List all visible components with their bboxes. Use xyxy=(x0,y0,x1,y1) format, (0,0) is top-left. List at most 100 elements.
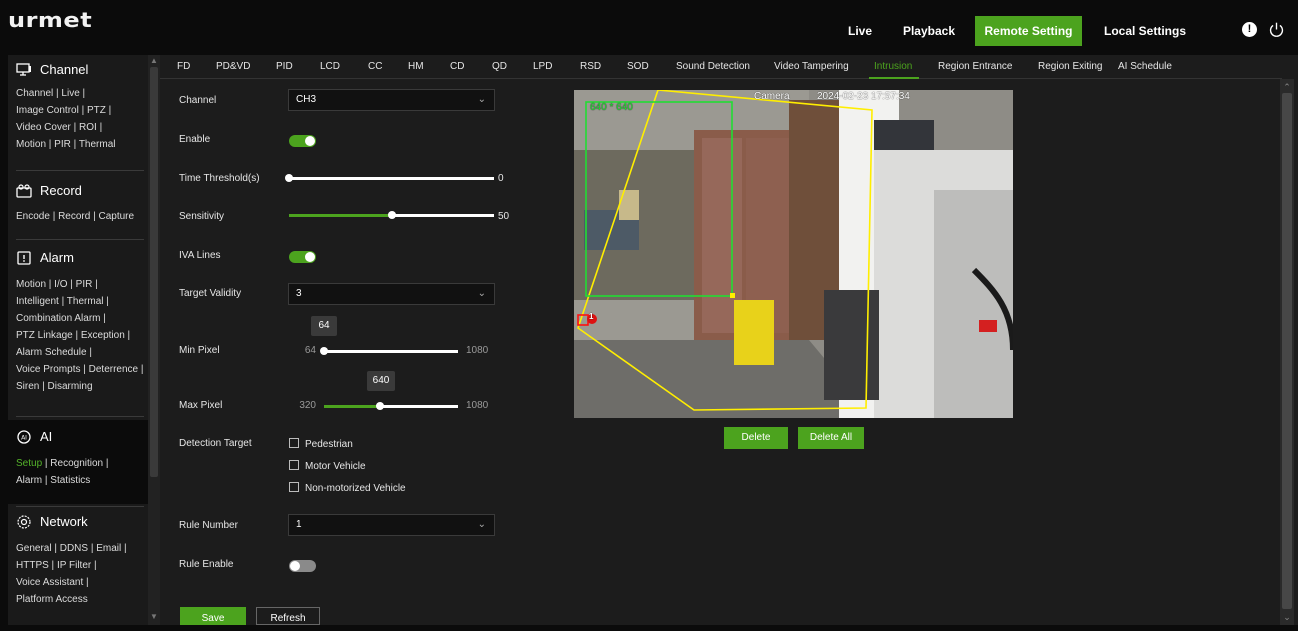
sidebar-link-capture[interactable]: Capture xyxy=(98,211,134,222)
tab-lpd[interactable]: LPD xyxy=(533,61,552,72)
time-threshold-slider[interactable] xyxy=(285,174,494,182)
max-pixel-slider[interactable] xyxy=(324,402,458,410)
tab-rsd[interactable]: RSD xyxy=(580,61,601,72)
sidebar-link-ptz[interactable]: PTZ xyxy=(87,105,106,116)
main-scrollbar[interactable]: ⌃ ⌄ xyxy=(1280,79,1294,625)
sidebar-link-pir[interactable]: PIR xyxy=(54,139,71,150)
sidebar-link-roi[interactable]: ROI xyxy=(79,122,97,133)
motor-vehicle-checkbox[interactable]: Motor Vehicle xyxy=(289,460,366,472)
tab-sod[interactable]: SOD xyxy=(627,61,649,72)
slider-knob[interactable] xyxy=(285,174,293,182)
sidebar-link-voice-prompts[interactable]: Voice Prompts xyxy=(16,364,80,375)
sidebar-link-exception[interactable]: Exception xyxy=(81,330,125,341)
sidebar-heading-channel[interactable]: Channel xyxy=(8,55,148,85)
sidebar-link-general[interactable]: General xyxy=(16,543,52,554)
sidebar-link-channel[interactable]: Channel xyxy=(16,88,53,99)
sidebar-link-image-control[interactable]: Image Control xyxy=(16,105,79,116)
tab-pd-vd[interactable]: PD&VD xyxy=(216,61,250,72)
sidebar-link-siren[interactable]: Siren xyxy=(16,381,39,392)
sidebar-heading-record[interactable]: Record xyxy=(8,176,148,206)
sidebar-heading-alarm[interactable]: Alarm xyxy=(8,243,148,273)
delete-button[interactable]: Delete xyxy=(724,427,788,449)
tab-cd[interactable]: CD xyxy=(450,61,464,72)
sidebar-link-intelligent[interactable]: Intelligent xyxy=(16,296,59,307)
max-pixel-label: Max Pixel xyxy=(179,400,223,411)
sensitivity-slider[interactable] xyxy=(289,211,494,219)
sidebar-link-thermal[interactable]: Thermal xyxy=(79,139,116,150)
sidebar-scroll-thumb[interactable] xyxy=(150,67,158,477)
rule-number-select[interactable]: 1 ⌄ xyxy=(288,514,495,536)
sidebar-link-email[interactable]: Email xyxy=(96,543,121,554)
tab-ai-schedule[interactable]: AI Schedule xyxy=(1118,61,1172,72)
delete-all-button[interactable]: Delete All xyxy=(798,427,864,449)
slider-knob[interactable] xyxy=(388,211,396,219)
tab-lcd[interactable]: LCD xyxy=(320,61,340,72)
sidebar-link-statistics[interactable]: Statistics xyxy=(50,475,90,486)
nav-local-settings[interactable]: Local Settings xyxy=(1092,16,1198,46)
nav-playback[interactable]: Playback xyxy=(895,16,963,46)
enable-toggle[interactable] xyxy=(289,135,316,147)
sidebar-link-thermal[interactable]: Thermal xyxy=(67,296,104,307)
min-pixel-slider[interactable] xyxy=(320,347,458,355)
sidebar-link-live[interactable]: Live xyxy=(61,88,79,99)
rule-enable-toggle[interactable] xyxy=(289,560,316,572)
tab-pid[interactable]: PID xyxy=(276,61,293,72)
sidebar-link-motion[interactable]: Motion xyxy=(16,139,46,150)
sidebar-link-pir[interactable]: PIR xyxy=(76,279,93,290)
refresh-button[interactable]: Refresh xyxy=(256,607,320,625)
sidebar-link-record[interactable]: Record xyxy=(58,211,90,222)
sidebar-link-video-cover[interactable]: Video Cover xyxy=(16,122,71,133)
tab-intrusion[interactable]: Intrusion xyxy=(874,61,912,72)
sidebar-link-deterrence[interactable]: Deterrence xyxy=(89,364,138,375)
sidebar-link-ddns[interactable]: DDNS xyxy=(60,543,88,554)
tab-hm[interactable]: HM xyxy=(408,61,424,72)
sidebar-heading-network[interactable]: Network xyxy=(8,507,148,537)
channel-select[interactable]: CH3 ⌄ xyxy=(288,89,495,111)
scroll-down-arrow-icon[interactable]: ⌄ xyxy=(1280,611,1294,623)
tab-region-entrance[interactable]: Region Entrance xyxy=(938,61,1013,72)
target-validity-select[interactable]: 3 ⌄ xyxy=(288,283,495,305)
power-icon[interactable] xyxy=(1268,21,1285,38)
sidebar-link-io[interactable]: I/O xyxy=(54,279,67,290)
tab-cc[interactable]: CC xyxy=(368,61,382,72)
sidebar-link-setup[interactable]: Setup xyxy=(16,458,42,469)
sidebar-link-alarm-schedule[interactable]: Alarm Schedule xyxy=(16,347,87,358)
scroll-down-arrow-icon[interactable]: ▼ xyxy=(150,613,158,621)
sidebar-heading-label: AI xyxy=(40,429,53,444)
tab-qd[interactable]: QD xyxy=(492,61,507,72)
slider-knob[interactable] xyxy=(376,402,384,410)
nav-live[interactable]: Live xyxy=(836,16,884,46)
sidebar-link-https[interactable]: HTTPS xyxy=(16,560,49,571)
sidebar-link-voice-assistant[interactable]: Voice Assistant xyxy=(16,577,83,588)
sidebar-link-motion[interactable]: Motion xyxy=(16,279,46,290)
nav-remote-setting[interactable]: Remote Setting xyxy=(975,16,1082,46)
sidebar-link-recognition[interactable]: Recognition xyxy=(50,458,103,469)
main-scroll-thumb[interactable] xyxy=(1282,93,1292,609)
camera-preview[interactable]: 640 * 640 Camera 2024-02-23 17:57:34 1 xyxy=(574,90,1013,418)
checkbox-box[interactable] xyxy=(289,482,299,492)
save-button[interactable]: Save xyxy=(180,607,246,625)
sidebar-scrollbar[interactable]: ▲ ▼ xyxy=(148,55,160,625)
sidebar-link-encode[interactable]: Encode xyxy=(16,211,50,222)
record-icon xyxy=(16,184,32,198)
scroll-up-arrow-icon[interactable]: ▲ xyxy=(150,57,158,65)
checkbox-box[interactable] xyxy=(289,460,299,470)
scroll-up-arrow-icon[interactable]: ⌃ xyxy=(1280,81,1294,93)
non-motorized-vehicle-checkbox[interactable]: Non-motorized Vehicle xyxy=(289,482,406,494)
sidebar-link-platform-access[interactable]: Platform Access xyxy=(16,594,88,605)
sidebar-link-alarm[interactable]: Alarm xyxy=(16,475,42,486)
pedestrian-checkbox[interactable]: Pedestrian xyxy=(289,438,353,450)
sidebar-link-disarming[interactable]: Disarming xyxy=(48,381,93,392)
alert-icon[interactable]: ! xyxy=(1242,22,1257,37)
sidebar-link-ptz-linkage[interactable]: PTZ Linkage xyxy=(16,330,73,341)
sidebar-link-ip-filter[interactable]: IP Filter xyxy=(57,560,91,571)
tab-region-exiting[interactable]: Region Exiting xyxy=(1038,61,1102,72)
iva-lines-toggle[interactable] xyxy=(289,251,316,263)
sidebar-heading-ai[interactable]: AI AI xyxy=(8,422,148,452)
checkbox-box[interactable] xyxy=(289,438,299,448)
slider-knob[interactable] xyxy=(320,347,328,355)
sidebar-link-combination-alarm[interactable]: Combination Alarm xyxy=(16,313,100,324)
tab-fd[interactable]: FD xyxy=(177,61,190,72)
tab-video-tampering[interactable]: Video Tampering xyxy=(774,61,849,72)
tab-sound-detection[interactable]: Sound Detection xyxy=(676,61,750,72)
